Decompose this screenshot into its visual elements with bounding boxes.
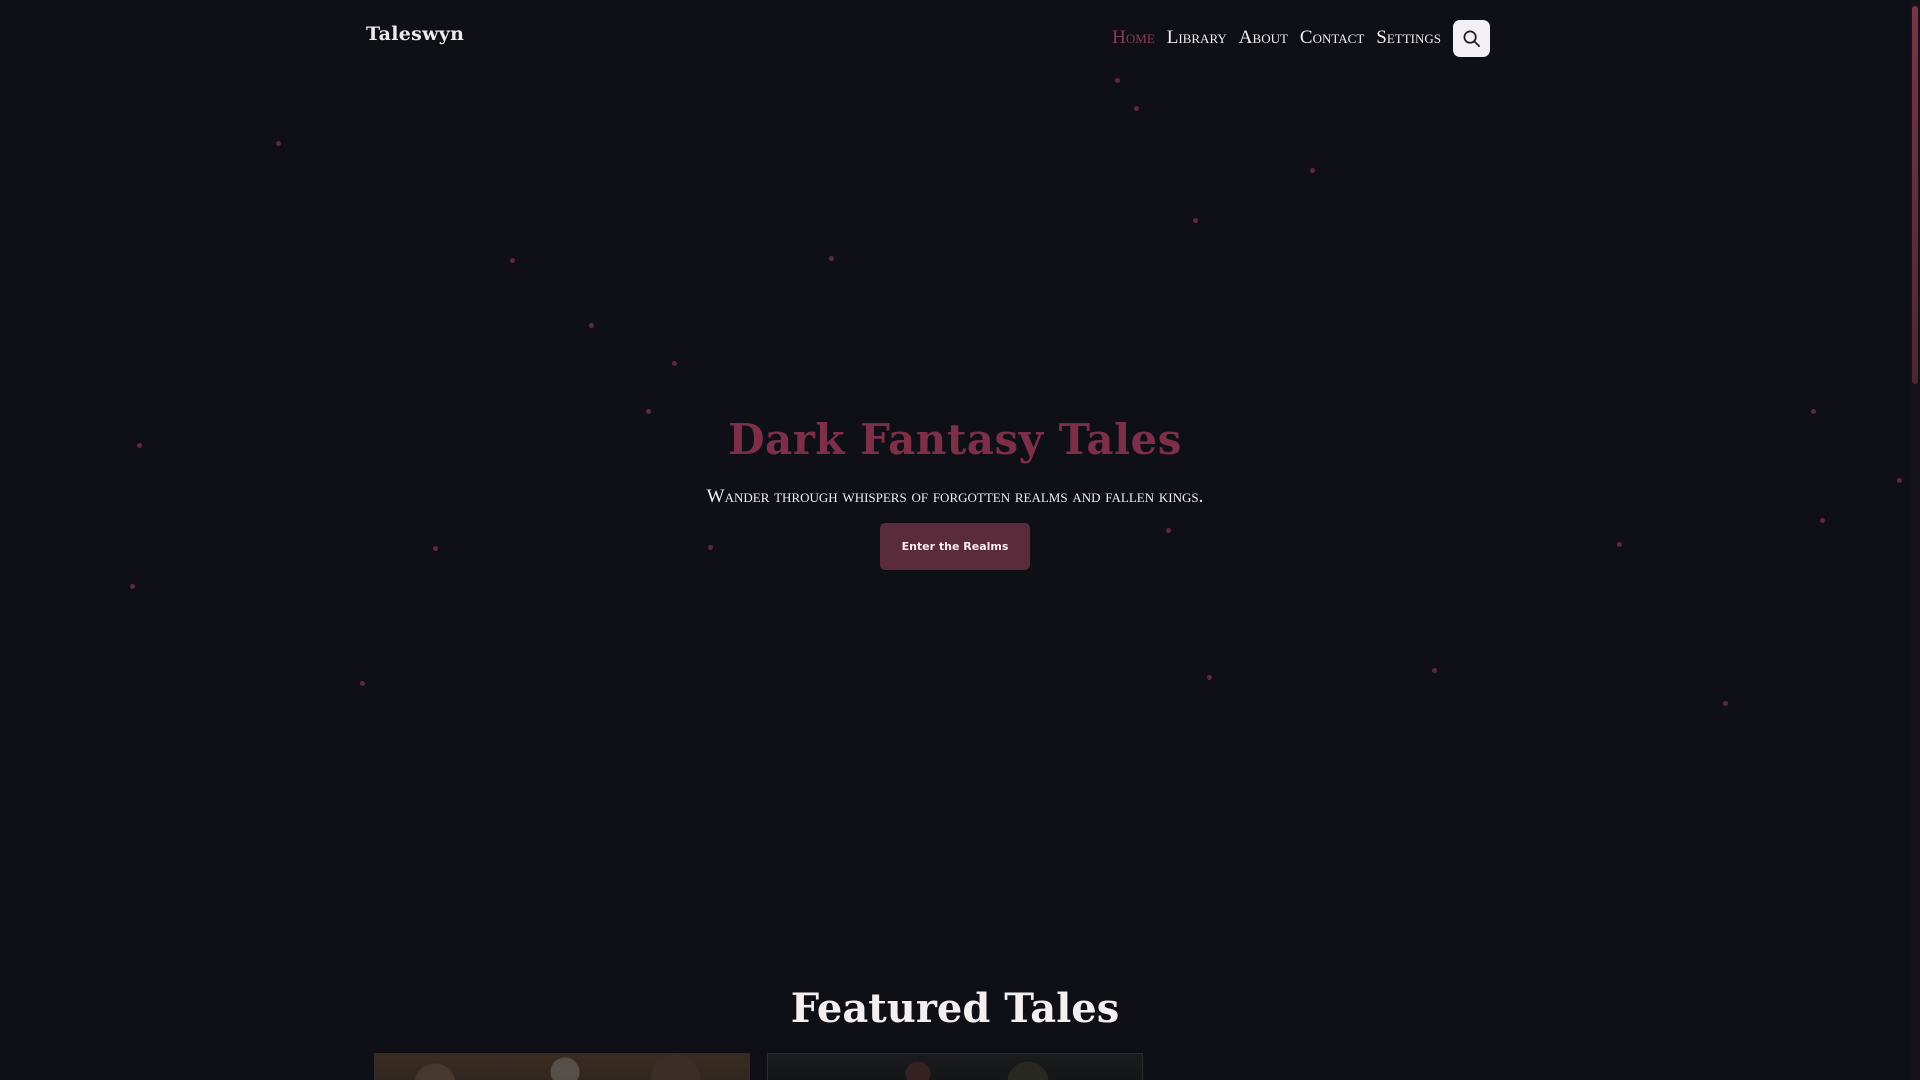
nav-link-library[interactable]: Library [1167,27,1227,49]
star [1115,78,1120,83]
main-nav: Home Library About Contact Settings [1112,19,1490,57]
star [276,141,281,146]
card-image [375,1054,749,1080]
featured-title: Featured Tales [790,985,1120,1032]
star [589,323,594,328]
brand-logo[interactable]: Taleswyn [366,23,464,45]
star [1432,668,1437,673]
star [1134,106,1139,111]
nav-link-settings[interactable]: Settings [1376,27,1441,49]
hero-section: Dark Fantasy Tales Wander through whispe… [0,415,1910,570]
star [360,681,365,686]
featured-card[interactable] [374,1053,750,1080]
scrollbar[interactable] [1910,0,1920,1080]
star [1207,675,1212,680]
hero-title: Dark Fantasy Tales [728,415,1182,464]
star [130,584,135,589]
star [672,361,677,366]
nav-link-about[interactable]: About [1239,27,1288,49]
star [646,409,651,414]
search-button[interactable] [1453,19,1490,57]
star [1811,409,1816,414]
star [829,256,834,261]
nav-link-home[interactable]: Home [1112,27,1155,49]
star [1310,168,1315,173]
card-image [768,1054,1142,1080]
scrollbar-thumb[interactable] [1912,6,1918,384]
enter-realms-button[interactable]: Enter the Realms [880,523,1030,570]
nav-link-contact[interactable]: Contact [1300,27,1364,49]
search-icon [1463,30,1480,47]
star [1193,218,1198,223]
site-header: Taleswyn Home Library About Contact Sett… [0,0,1910,76]
featured-card[interactable] [767,1053,1143,1080]
star [510,258,515,263]
star [1723,701,1728,706]
hero-subtitle: Wander through whispers of forgotten rea… [706,486,1204,507]
